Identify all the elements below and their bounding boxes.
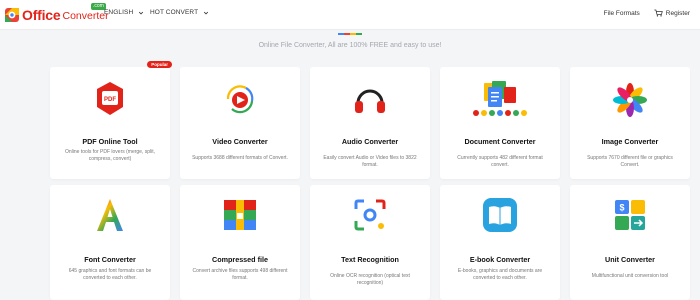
- register-link[interactable]: Register: [666, 10, 690, 17]
- tool-description: Supports 3688 different formats of Conve…: [192, 155, 288, 161]
- archive-icon: [220, 195, 260, 235]
- tool-card-unit[interactable]: $ Unit Converter Multifunctional unit co…: [570, 185, 690, 300]
- tool-card-compressed[interactable]: Compressed file Convert archive files su…: [180, 185, 300, 300]
- language-menu[interactable]: ENGLISH: [104, 9, 144, 16]
- hot-convert-label: HOT CONVERT: [150, 9, 199, 16]
- file-formats-link[interactable]: File Formats: [604, 10, 640, 17]
- tool-description: Multifunctional unit conversion tool: [591, 273, 669, 279]
- pinwheel-icon: [610, 79, 650, 119]
- tool-card-ocr[interactable]: Text Recognition Online OCR recognition …: [310, 185, 430, 300]
- tool-title: Text Recognition: [341, 255, 399, 264]
- book-icon: [480, 195, 520, 235]
- documents-icon: [460, 77, 540, 117]
- popular-badge: Popular: [147, 61, 172, 68]
- tool-description: E-books, graphics and documents are conv…: [457, 268, 543, 281]
- tool-title: Unit Converter: [605, 255, 655, 264]
- video-icon: [220, 79, 260, 119]
- logo-converter-text: Converter: [62, 10, 109, 22]
- logo-office-text: Office: [22, 7, 61, 23]
- letter-a-icon: [90, 195, 130, 235]
- tool-title: Document Converter: [464, 137, 536, 146]
- tool-title: PDF Online Tool: [82, 137, 138, 146]
- hero-tagline-area: Online File Converter, All are 100% FREE…: [0, 30, 700, 49]
- headphones-icon: [350, 79, 390, 119]
- tool-card-pdf[interactable]: Popular PDF PDF Online Tool Online tools…: [50, 61, 172, 179]
- pdf-icon: PDF: [90, 79, 130, 119]
- tool-description: Convert archive files supports 498 diffe…: [192, 268, 288, 281]
- top-navbar: Office Converter .com ENGLISH HOT CONVER…: [0, 0, 700, 30]
- tool-card-video[interactable]: Video Converter Supports 3688 different …: [180, 67, 300, 179]
- tool-card-font[interactable]: Font Converter 645 graphics and font for…: [50, 185, 170, 300]
- chevron-down-icon: [204, 11, 209, 14]
- tool-description: Easily convert Audio or Video files to 3…: [323, 155, 417, 168]
- tool-title: Font Converter: [84, 255, 136, 264]
- tool-description: Currently supports 482 different format …: [457, 155, 543, 168]
- svg-text:PDF: PDF: [104, 97, 116, 103]
- tool-card-image[interactable]: Image Converter Supports 7670 different …: [570, 67, 690, 179]
- header-right-links: File Formats Register: [604, 9, 690, 17]
- tool-title: Image Converter: [601, 137, 659, 146]
- tool-description: Supports 7670 different file or graphics…: [587, 155, 673, 168]
- cart-icon: [654, 9, 663, 17]
- unit-icon: $: [610, 195, 650, 235]
- tool-title: Compressed file: [212, 255, 268, 264]
- color-divider: [338, 33, 362, 35]
- tagline-text: Online File Converter, All are 100% FREE…: [258, 42, 442, 49]
- tool-card-ebook[interactable]: E-book Converter E-books, graphics and d…: [440, 185, 560, 300]
- lens-icon: [350, 195, 390, 235]
- tool-description: Online tools for PDF lovers (merge, spli…: [64, 149, 156, 162]
- language-label: ENGLISH: [104, 9, 134, 16]
- tool-description: Online OCR recognition (optical text rec…: [330, 273, 410, 286]
- tool-title: E-book Converter: [469, 255, 531, 264]
- tool-title: Video Converter: [212, 137, 268, 146]
- logo-mark-icon: [4, 7, 20, 23]
- tool-title: Audio Converter: [341, 137, 399, 146]
- tool-card-audio[interactable]: Audio Converter Easily convert Audio or …: [310, 67, 430, 179]
- site-logo[interactable]: Office Converter .com: [4, 3, 109, 26]
- chevron-down-icon: [139, 11, 144, 14]
- svg-text:$: $: [619, 203, 624, 213]
- hot-convert-menu[interactable]: HOT CONVERT: [150, 9, 209, 16]
- tool-card-document[interactable]: Document Converter Currently supports 48…: [440, 67, 560, 179]
- tool-description: 645 graphics and font formats can be con…: [68, 268, 152, 281]
